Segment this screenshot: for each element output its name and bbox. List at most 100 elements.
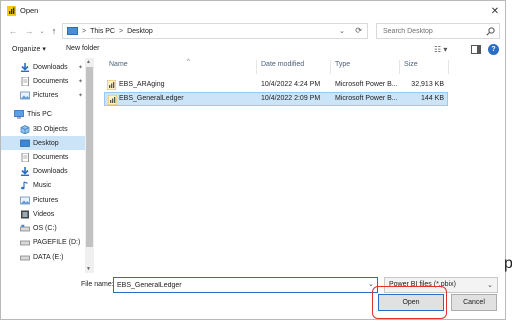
sidebar-item-label: DATA (E:) xyxy=(33,253,64,261)
sidebar-item-pictures-pinned[interactable]: Pictures ✦ xyxy=(1,88,85,102)
address-bar[interactable]: > This PC > Desktop ⌄ ⟳ xyxy=(62,23,368,39)
sidebar-item-label: OS (C:) xyxy=(33,224,57,232)
pbix-file-icon xyxy=(107,80,116,90)
sidebar-item-this-pc[interactable]: This PC xyxy=(1,107,85,121)
column-header-date[interactable]: Date modified xyxy=(261,61,304,75)
document-icon xyxy=(21,76,29,86)
sidebar-item-label: Downloads xyxy=(33,167,68,175)
sidebar-item-label: 3D Objects xyxy=(33,125,68,133)
sidebar-item-label: Documents xyxy=(33,153,69,161)
scroll-down-icon[interactable]: ▼ xyxy=(86,266,91,272)
download-arrow-icon xyxy=(21,62,29,72)
sidebar-item-label: Documents xyxy=(33,77,69,85)
breadcrumb-desktop[interactable]: Desktop xyxy=(127,28,153,35)
sidebar-item-os-c[interactable]: OS (C:) xyxy=(1,221,85,235)
refresh-icon[interactable]: ⟳ xyxy=(355,26,362,35)
search-input[interactable] xyxy=(377,24,499,38)
sidebar-item-pictures[interactable]: Pictures xyxy=(1,193,85,207)
computer-icon xyxy=(67,27,78,35)
sidebar-item-3d-objects[interactable]: 3D Objects xyxy=(1,122,85,136)
close-button[interactable]: ✕ xyxy=(487,3,503,19)
column-header-name[interactable]: Name ^ xyxy=(109,59,190,75)
sidebar-item-desktop[interactable]: Desktop xyxy=(1,136,85,150)
sidebar-item-videos[interactable]: Videos xyxy=(1,207,85,221)
annotation-highlight-circle xyxy=(372,286,447,319)
organize-menu[interactable]: Organize ▾ xyxy=(12,45,46,53)
new-folder-button[interactable]: New folder xyxy=(66,45,99,52)
music-note-icon xyxy=(21,180,28,189)
sidebar-item-downloads[interactable]: Downloads ✦ xyxy=(1,60,85,74)
view-options-icon[interactable]: ☷ ▾ xyxy=(434,45,447,54)
sort-ascending-icon: ^ xyxy=(187,59,190,65)
desktop-icon xyxy=(20,139,30,147)
file-type: Microsoft Power B... xyxy=(335,95,398,102)
cancel-button[interactable]: Cancel xyxy=(451,294,497,311)
file-name-input[interactable] xyxy=(114,278,377,292)
pbix-file-icon xyxy=(108,95,117,105)
help-icon[interactable]: ? xyxy=(488,44,499,55)
file-row-selected[interactable]: EBS_GeneralLedger 10/4/2022 2:09 PM Micr… xyxy=(104,92,448,106)
column-divider[interactable] xyxy=(330,60,331,74)
title-bar: Open ✕ xyxy=(1,1,505,21)
column-header-size[interactable]: Size xyxy=(404,61,418,75)
background-strip-bottom xyxy=(0,320,512,324)
column-header-type[interactable]: Type xyxy=(335,61,350,75)
navigation-scrollbar[interactable]: ▲ ▼ xyxy=(85,58,94,273)
breadcrumb-this-pc[interactable]: This PC xyxy=(90,28,115,35)
file-size: 32,913 KB xyxy=(411,81,444,88)
sidebar-item-documents-pinned[interactable]: Documents ✦ xyxy=(1,74,85,88)
video-icon xyxy=(21,210,29,218)
window-title: Open xyxy=(20,6,39,15)
scrollbar-thumb[interactable] xyxy=(86,67,93,247)
back-arrow-icon[interactable]: ← xyxy=(7,25,19,37)
file-name-field[interactable] xyxy=(113,277,378,293)
scroll-up-icon[interactable]: ▲ xyxy=(86,59,91,65)
file-type: Microsoft Power B... xyxy=(335,81,398,88)
power-bi-icon xyxy=(7,6,16,16)
file-row[interactable]: EBS_ARAging 10/4/2022 4:24 PM Microsoft … xyxy=(104,78,448,92)
sidebar-item-label: Music xyxy=(33,181,52,189)
forward-arrow-icon[interactable]: → xyxy=(23,25,35,37)
sidebar-item-music[interactable]: Music xyxy=(1,178,85,192)
pin-icon: ✦ xyxy=(77,64,83,71)
sidebar-item-label: Pictures xyxy=(33,91,59,99)
file-date: 10/4/2022 2:09 PM xyxy=(261,95,321,102)
file-list: Name ^ Date modified Type Size EBS_ARAgi… xyxy=(101,58,501,273)
drive-icon xyxy=(20,255,30,260)
pictures-icon xyxy=(20,196,30,204)
chevron-down-icon[interactable]: ⌄ xyxy=(339,27,345,35)
computer-icon xyxy=(14,109,24,118)
drive-icon xyxy=(20,224,30,231)
file-date: 10/4/2022 4:24 PM xyxy=(261,81,321,88)
pin-icon: ✦ xyxy=(77,78,83,85)
sidebar-item-documents[interactable]: Documents xyxy=(1,150,85,164)
navigation-bar: ← → ⌄ ↑ > This PC > Desktop ⌄ ⟳ xyxy=(1,21,505,41)
background-strip xyxy=(506,0,512,324)
chevron-down-icon: ⌄ xyxy=(487,282,493,289)
pictures-icon xyxy=(20,91,30,99)
column-divider[interactable] xyxy=(399,60,400,74)
search-icon xyxy=(486,27,495,36)
sidebar-item-data-e[interactable]: DATA (E:) xyxy=(1,250,85,264)
sidebar-item-downloads-pc[interactable]: Downloads xyxy=(1,164,85,178)
sidebar-item-label: PAGEFILE (D:) xyxy=(33,238,81,246)
command-bar: Organize ▾ New folder ☷ ▾ ? xyxy=(1,42,505,58)
column-divider[interactable] xyxy=(448,60,449,74)
recent-locations-icon[interactable]: ⌄ xyxy=(36,25,48,37)
navigation-pane: Downloads ✦ Documents ✦ Pictures ✦ This … xyxy=(1,58,94,273)
sidebar-item-label: Desktop xyxy=(33,139,59,147)
up-arrow-icon[interactable]: ↑ xyxy=(48,25,60,37)
pin-icon: ✦ xyxy=(77,92,83,99)
file-name: EBS_GeneralLedger xyxy=(119,95,184,102)
file-size: 144 KB xyxy=(421,95,444,102)
column-header-label: Name xyxy=(109,61,128,68)
sidebar-item-label: Videos xyxy=(33,210,55,218)
column-divider[interactable] xyxy=(256,60,257,74)
sidebar-item-label: This PC xyxy=(27,110,52,118)
search-box[interactable] xyxy=(376,23,500,39)
breadcrumb-separator: > xyxy=(119,27,124,35)
sidebar-item-label: Pictures xyxy=(33,196,59,204)
preview-pane-icon[interactable] xyxy=(471,45,481,54)
sidebar-item-pagefile-d[interactable]: PAGEFILE (D:) xyxy=(1,235,85,249)
breadcrumb-separator: > xyxy=(82,27,87,35)
